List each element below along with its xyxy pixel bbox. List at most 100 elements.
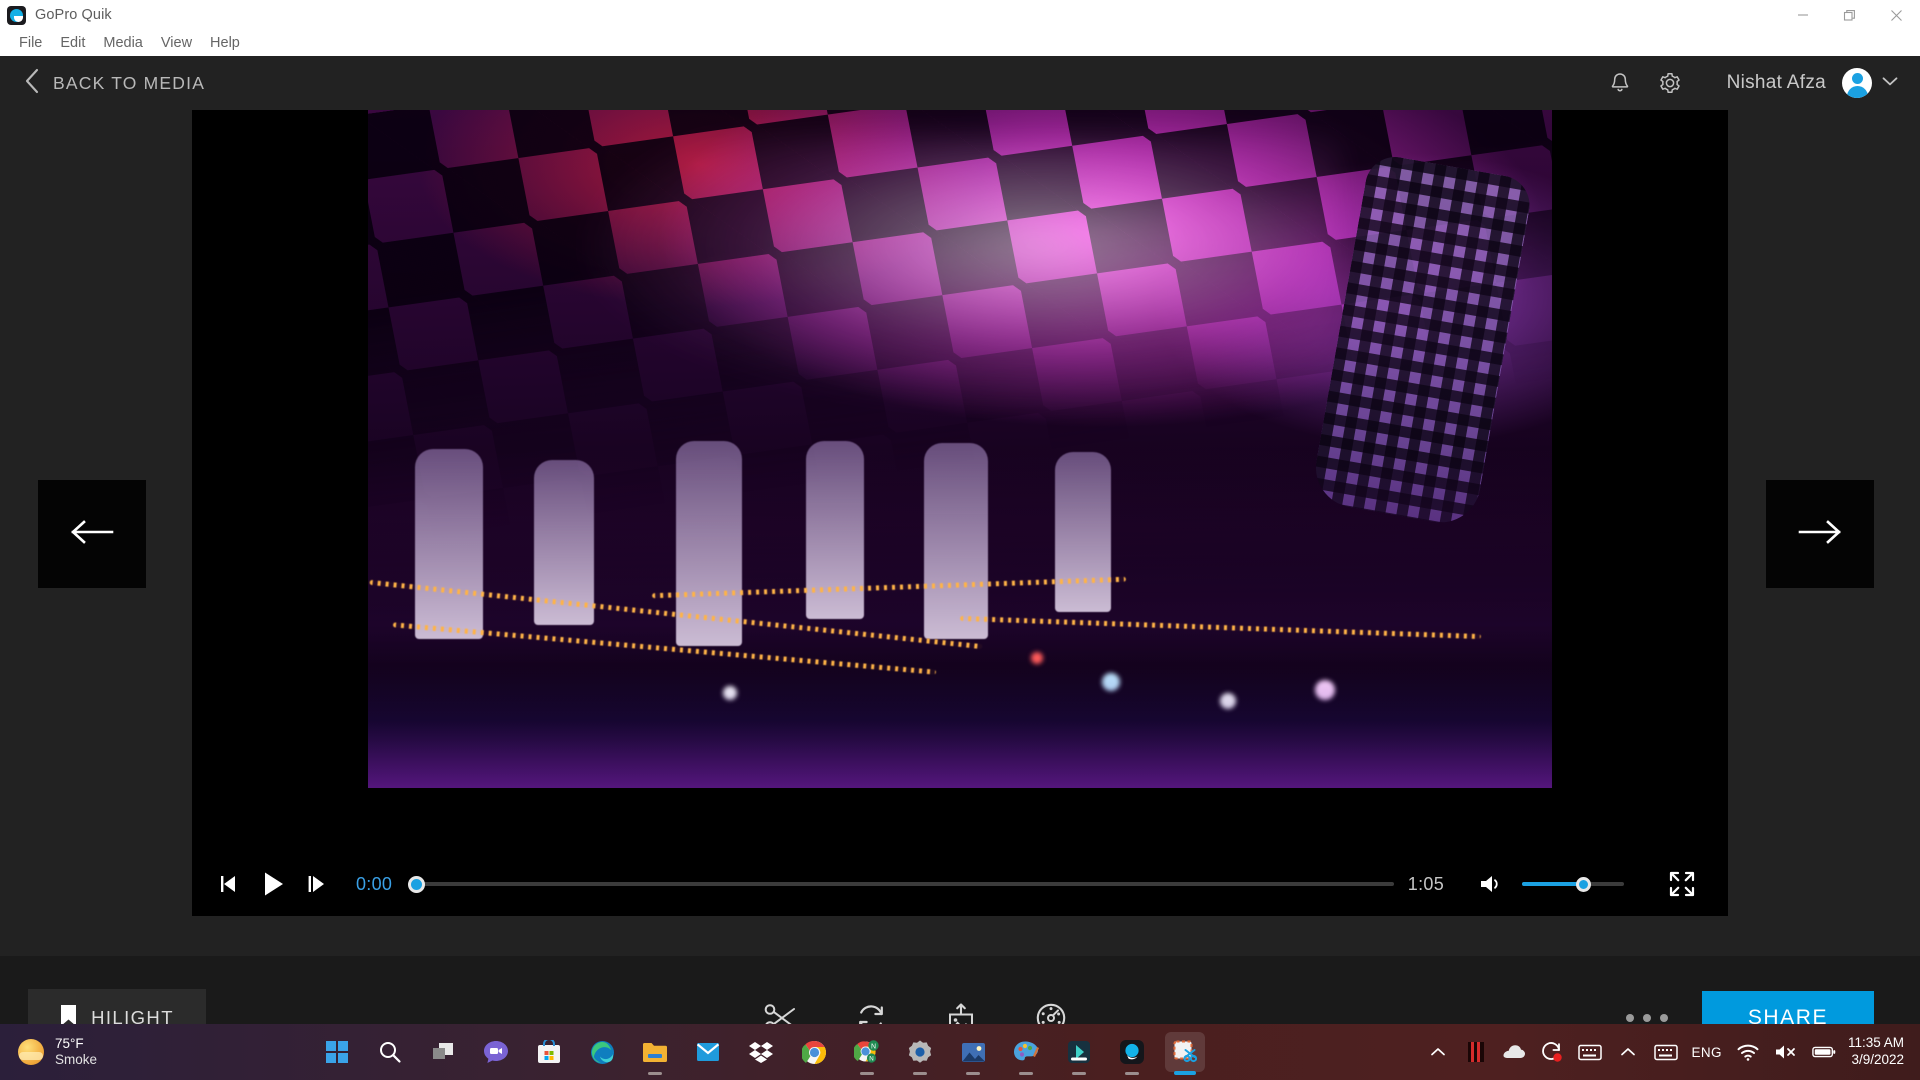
previous-frame-button[interactable] [210, 864, 250, 904]
minimize-button[interactable] [1779, 0, 1826, 30]
fullscreen-icon[interactable] [1662, 864, 1702, 904]
sun-haze-icon [18, 1039, 44, 1065]
video-ceiling-glow [581, 137, 1339, 409]
seek-track [416, 882, 1394, 886]
window-title: GoPro Quik [35, 7, 112, 23]
clock-time: 11:35 AM [1847, 1035, 1905, 1051]
dot-icon [1660, 1014, 1668, 1022]
running-indicator [966, 1072, 981, 1075]
photos-app[interactable] [953, 1032, 993, 1075]
play-button[interactable] [254, 864, 294, 904]
chevron-down-icon[interactable] [1882, 74, 1898, 92]
svg-text:N: N [870, 1055, 874, 1062]
player-controls: 0:00 1:05 [192, 852, 1728, 916]
video-figure [1054, 451, 1111, 612]
start-button[interactable] [317, 1032, 357, 1072]
weather-widget[interactable]: 75°F Smoke [18, 1036, 97, 1068]
arrow-left-icon [69, 518, 115, 551]
microsoft-edge[interactable] [582, 1032, 622, 1072]
app-header: BACK TO MEDIA Nishat Afza [0, 56, 1920, 110]
weather-condition: Smoke [55, 1052, 98, 1067]
file-explorer[interactable] [635, 1032, 675, 1075]
clock-date: 3/9/2022 [1851, 1052, 1905, 1067]
video-frame [368, 110, 1552, 788]
previous-media-button[interactable] [38, 480, 146, 588]
menu-bar: File Edit Media View Help [0, 30, 1920, 56]
more-options-button[interactable] [1626, 1014, 1668, 1022]
next-frame-button[interactable] [298, 864, 338, 904]
arrow-right-icon [1797, 518, 1843, 551]
dot-icon [1626, 1014, 1634, 1022]
keyboard-icon[interactable] [1577, 1040, 1602, 1064]
chevron-up-icon[interactable] [1426, 1040, 1450, 1064]
bell-icon[interactable] [1603, 66, 1637, 100]
running-indicator [1174, 1071, 1197, 1075]
app-stripe-icon[interactable] [1464, 1040, 1488, 1064]
volume-handle[interactable] [1576, 876, 1592, 892]
video-figure [415, 448, 484, 639]
duration-label: 1:05 [1407, 873, 1444, 894]
menu-item-view[interactable]: View [152, 33, 201, 53]
chevron-left-icon [24, 68, 40, 99]
running-indicator [860, 1072, 875, 1075]
player-stage: 0:00 1:05 [192, 110, 1728, 916]
volume-slider[interactable] [1522, 872, 1624, 896]
search-button[interactable] [370, 1032, 410, 1072]
taskbar-clock[interactable]: 11:35 AM 3/9/2022 [1848, 1035, 1904, 1069]
gopro-quik-app[interactable] [1112, 1032, 1152, 1075]
video-preview-area[interactable] [192, 110, 1728, 852]
paint-app[interactable] [1006, 1032, 1046, 1075]
avatar[interactable] [1842, 68, 1872, 98]
back-to-media-button[interactable]: BACK TO MEDIA [18, 64, 211, 103]
volume-fill [1522, 882, 1584, 886]
running-indicator [648, 1072, 663, 1075]
volume-on-icon[interactable] [1472, 864, 1512, 904]
back-to-media-label: BACK TO MEDIA [53, 72, 206, 93]
running-indicator [913, 1072, 928, 1075]
mail-app[interactable] [688, 1032, 728, 1072]
user-name-label: Nishat Afza [1726, 72, 1826, 93]
system-tray: ENG [1426, 1040, 1836, 1064]
running-indicator [1125, 1072, 1140, 1075]
cloud-icon[interactable] [1502, 1040, 1526, 1064]
snipping-tool[interactable] [1165, 1032, 1206, 1075]
dot-icon [1643, 1014, 1651, 1022]
seek-slider[interactable] [408, 869, 1394, 899]
tray-overflow-chevron-icon[interactable] [1616, 1040, 1640, 1064]
menu-item-file[interactable]: File [10, 33, 51, 53]
input-language-indicator[interactable]: ENG [1692, 1045, 1722, 1060]
seek-handle[interactable] [408, 875, 425, 893]
video-floor-wash [368, 665, 1552, 788]
wifi-icon[interactable] [1736, 1040, 1760, 1064]
windows-taskbar: 75°F Smoke N N ENG 11:35 AM 3/9/2022 [0, 1024, 1920, 1080]
battery-icon[interactable] [1812, 1040, 1836, 1064]
chat-button[interactable] [476, 1032, 516, 1072]
media-editor-app[interactable] [1059, 1032, 1099, 1075]
menu-item-edit[interactable]: Edit [51, 33, 94, 53]
menu-item-help[interactable]: Help [201, 33, 249, 53]
dropbox[interactable] [741, 1032, 781, 1072]
menu-item-media[interactable]: Media [94, 33, 152, 53]
next-media-button[interactable] [1766, 480, 1874, 588]
touch-keyboard-icon[interactable] [1653, 1040, 1678, 1064]
record-icon[interactable] [1540, 1040, 1564, 1064]
window-title-bar: GoPro Quik [0, 0, 1920, 30]
restore-button[interactable] [1826, 0, 1873, 30]
current-time-label: 0:00 [356, 873, 393, 894]
close-button[interactable] [1873, 0, 1920, 30]
video-figure [924, 442, 989, 639]
settings-app[interactable] [900, 1032, 940, 1075]
chrome-apps[interactable]: N N [847, 1032, 887, 1075]
gear-icon[interactable] [1653, 66, 1687, 100]
taskbar-apps: N N [317, 1032, 1206, 1075]
gopro-quik-icon [7, 5, 26, 25]
running-indicator [1019, 1072, 1034, 1075]
running-indicator [1072, 1072, 1087, 1075]
google-chrome[interactable] [794, 1032, 834, 1072]
weather-temperature: 75°F [55, 1036, 84, 1052]
volume-muted-icon[interactable] [1774, 1040, 1798, 1064]
svg-text:N: N [871, 1043, 876, 1050]
microsoft-store[interactable] [529, 1032, 569, 1072]
task-view-button[interactable] [423, 1032, 463, 1072]
app-body: BACK TO MEDIA Nishat Afza 0:00 1:05 HILI… [0, 56, 1920, 1080]
